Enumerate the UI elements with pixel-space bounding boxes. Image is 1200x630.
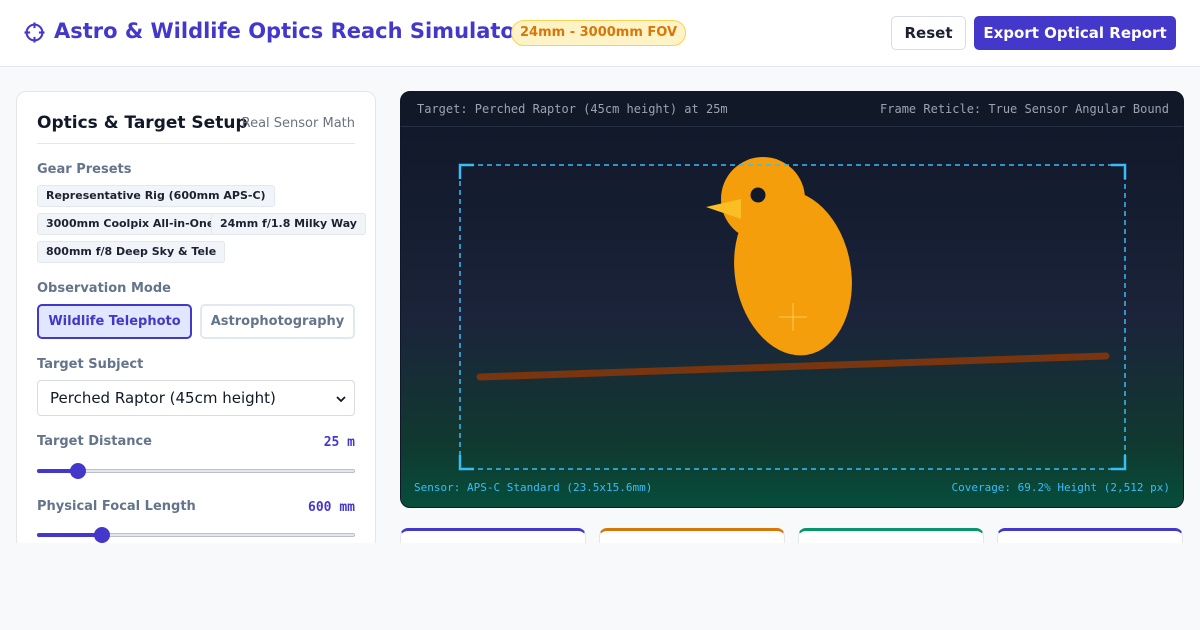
branch [476,352,1110,381]
panel-subtitle: Real Sensor Math [241,116,355,131]
app-title: Astro & Wildlife Optics Reach Simulator [54,19,526,43]
bird-eye [750,187,766,203]
chevron-down-icon [336,396,346,403]
slider-fill [37,533,103,537]
mode-wildlife-button[interactable]: Wildlife Telephoto [37,304,192,339]
target-subject-label: Target Subject [37,357,144,372]
crosshair-icon [24,22,45,43]
export-report-button[interactable]: Export Optical Report [974,16,1176,50]
viewport-scene [458,157,1127,471]
target-distance-value: 25 m [323,435,355,450]
app-header: Astro & Wildlife Optics Reach Simulator … [0,0,1200,67]
reticle-info-text: Frame Reticle: True Sensor Angular Bound [880,102,1169,116]
preset-chip-representative-rig[interactable]: Representative Rig (600mm APS-C) [37,185,275,207]
panel-divider [37,143,355,144]
target-subject-value: Perched Raptor (45cm height) [50,389,276,407]
optics-setup-panel: Optics & Target Setup Real Sensor Math G… [16,91,376,551]
mode-astro-button[interactable]: Astrophotography [200,304,355,339]
target-subject-select[interactable]: Perched Raptor (45cm height) [37,380,355,416]
target-distance-slider[interactable] [37,463,355,479]
focal-length-slider[interactable] [37,527,355,543]
viewport-info-bar: Target: Perched Raptor (45cm height) at … [401,92,1183,127]
preset-chip-milky-way[interactable]: 24mm f/1.8 Milky Way [211,213,366,235]
focal-length-label: Physical Focal Length [37,499,196,514]
sensor-info-text: Sensor: APS-C Standard (23.5x15.6mm) [414,481,653,494]
optics-viewport: Target: Perched Raptor (45cm height) at … [400,91,1184,508]
fov-range-badge: 24mm - 3000mm FOV [511,20,687,46]
coverage-info-text: Coverage: 69.2% Height (2,512 px) [951,481,1170,494]
observation-mode-label: Observation Mode [37,281,171,296]
reset-button[interactable]: Reset [891,16,966,50]
focal-length-value: 600 mm [308,500,355,515]
slider-thumb[interactable] [70,463,87,479]
page-bottom-area [0,543,1200,630]
slider-thumb[interactable] [94,527,111,543]
target-info-text: Target: Perched Raptor (45cm height) at … [417,102,728,116]
target-distance-label: Target Distance [37,434,152,449]
panel-title: Optics & Target Setup [37,113,248,133]
gear-presets-label: Gear Presets [37,162,132,177]
preset-chip-deep-sky[interactable]: 800mm f/8 Deep Sky & Tele [37,241,226,263]
preset-chip-coolpix[interactable]: 3000mm Coolpix All-in-One [37,213,224,235]
